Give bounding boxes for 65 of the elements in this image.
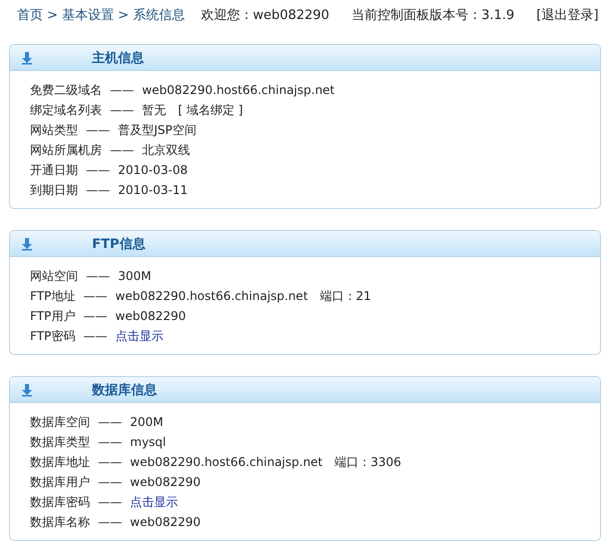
field-label: 到期日期 [30, 182, 78, 198]
field-value: web082290.host66.chinajsp.net [142, 83, 335, 97]
dash-separator: —— [98, 455, 122, 469]
dash-separator: —— [86, 123, 110, 137]
field-label: 网站空间 [30, 268, 78, 284]
show-link[interactable]: 点击显示 [115, 328, 164, 344]
dash-separator: —— [83, 289, 108, 303]
extra-info: [ 域名绑定 ] [178, 102, 243, 118]
dash-separator: —— [98, 495, 122, 509]
dash-separator: —— [98, 415, 122, 429]
field-label: 数据库空间 [30, 414, 90, 430]
dash-separator: —— [86, 183, 110, 197]
dash-separator: —— [83, 309, 108, 323]
field-value: web082290 [130, 515, 201, 529]
panel-title: FTP信息 [92, 236, 146, 252]
field-label: 数据库用户 [30, 474, 90, 490]
breadcrumb-separator: > [47, 8, 58, 22]
field-value: web082290 [115, 309, 186, 323]
field-label: 绑定域名列表 [30, 102, 102, 118]
dash-separator: —— [110, 143, 134, 157]
field-value: 2010-03-08 [118, 163, 188, 177]
version-text: 当前控制面板版本号：3.1.9 [351, 7, 514, 24]
breadcrumb-link[interactable]: 首页 [17, 6, 43, 24]
breadcrumb-link[interactable]: 系统信息 [132, 6, 185, 24]
logout-link[interactable]: [退出登录] [536, 6, 599, 24]
field-value: 200M [130, 415, 164, 429]
field-label: 数据库名称 [30, 514, 90, 530]
panel-title: 数据库信息 [92, 382, 157, 398]
field-value: web082290.host66.chinajsp.net [130, 455, 323, 469]
field-label: 免费二级域名 [30, 82, 102, 98]
down-arrow-icon [20, 382, 34, 396]
dash-separator: —— [98, 515, 122, 529]
down-arrow-icon [20, 50, 34, 64]
dash-separator: —— [83, 329, 108, 343]
field-value: 暂无 [142, 102, 166, 118]
field-value: 普及型JSP空间 [118, 122, 196, 138]
welcome-text: 欢迎您：web082290 [200, 7, 330, 24]
field-label: FTP用户 [30, 308, 76, 324]
field-value: web082290 [130, 475, 201, 489]
field-label: 网站所属机房 [30, 142, 102, 158]
field-value: 300M [118, 269, 152, 283]
field-value: mysql [130, 435, 166, 449]
field-label: 数据库类型 [30, 434, 90, 450]
dash-separator: —— [110, 83, 134, 97]
dash-separator: —— [98, 435, 122, 449]
field-label: FTP密码 [30, 328, 76, 344]
panel-title: 主机信息 [92, 50, 144, 66]
field-label: FTP地址 [30, 288, 76, 304]
field-label: 开通日期 [30, 162, 78, 178]
show-link[interactable]: 点击显示 [130, 494, 178, 510]
breadcrumb-link[interactable]: 基本设置 [62, 6, 114, 24]
field-value: 2010-03-11 [118, 183, 188, 197]
dash-separator: —— [110, 103, 134, 117]
field-value: web082290.host66.chinajsp.net [115, 289, 308, 303]
down-arrow-icon [20, 236, 34, 250]
extra-info: 端口：3306 [334, 454, 402, 470]
breadcrumb-separator: > [118, 8, 129, 22]
dash-separator: —— [98, 475, 122, 489]
field-value: 北京双线 [142, 142, 190, 158]
field-label: 数据库密码 [30, 494, 90, 510]
dash-separator: —— [86, 163, 110, 177]
field-label: 数据库地址 [30, 454, 90, 470]
extra-info: 端口：21 [320, 288, 372, 304]
dash-separator: —— [86, 269, 110, 283]
field-label: 网站类型 [30, 122, 78, 138]
